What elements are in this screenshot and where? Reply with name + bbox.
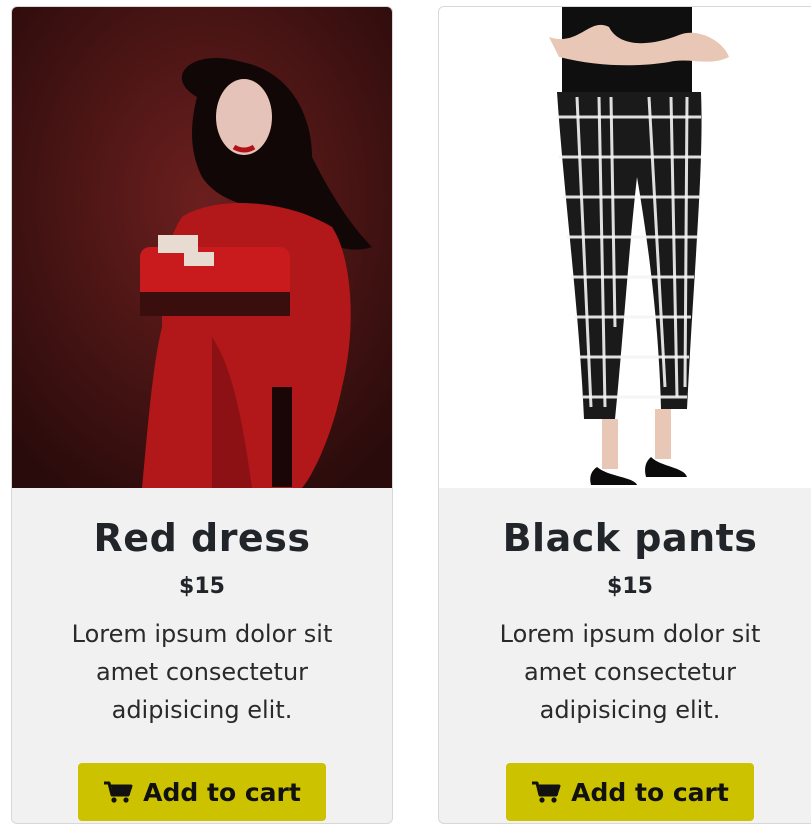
product-description: Lorem ipsum dolor sit amet consectetur a… (71, 620, 333, 724)
product-title: Red dress (93, 516, 311, 560)
add-to-cart-label: Add to cart (571, 777, 729, 807)
cart-icon (103, 780, 133, 804)
product-description: Lorem ipsum dolor sit amet consectetur a… (499, 620, 761, 724)
product-card-body: Red dress $15 Lorem ipsum dolor sit amet… (12, 488, 392, 823)
add-to-cart-label: Add to cart (143, 777, 301, 807)
add-to-cart-button[interactable]: Add to cart (78, 763, 326, 821)
product-card-body: Black pants $15 Lorem ipsum dolor sit am… (439, 488, 811, 823)
product-title: Black pants (502, 516, 758, 560)
product-price: $15 (179, 574, 225, 599)
product-price: $15 (607, 574, 653, 599)
product-image-black-pants (439, 7, 811, 488)
product-card-red-dress: Red dress $15 Lorem ipsum dolor sit amet… (11, 6, 393, 824)
red-dress-photo (12, 7, 392, 488)
cart-icon (531, 780, 561, 804)
product-image-red-dress (12, 7, 392, 488)
add-to-cart-button[interactable]: Add to cart (506, 763, 754, 821)
black-pants-photo (439, 7, 811, 488)
product-card-black-pants: Black pants $15 Lorem ipsum dolor sit am… (438, 6, 811, 824)
